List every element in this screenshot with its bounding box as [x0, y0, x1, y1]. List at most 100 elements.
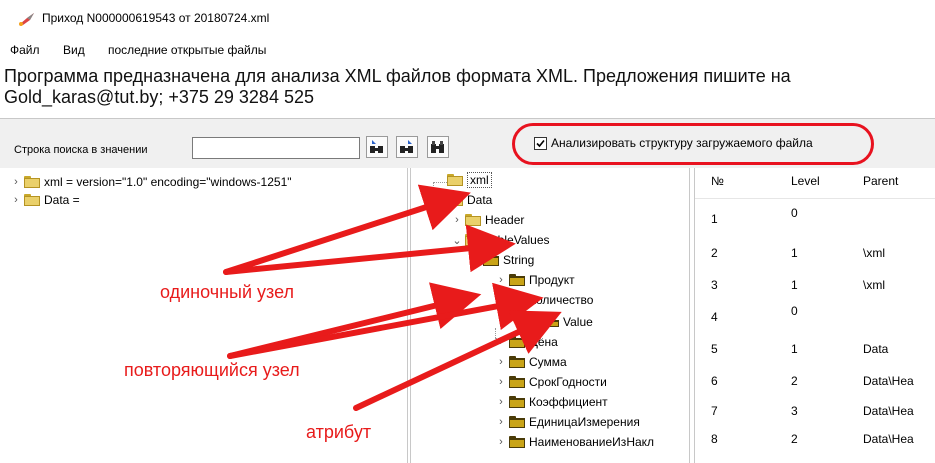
chevron-right-icon[interactable]: › — [495, 356, 507, 368]
tree-node-tablevalues[interactable]: ⌄ TableValues — [451, 230, 550, 250]
grid-cell[interactable]: 1 — [791, 246, 798, 260]
folder-icon — [465, 214, 481, 226]
structure-tree-pane[interactable]: xml Data › Header ⌄ TableValues ⌄ String… — [410, 168, 690, 463]
tree-node-label: Коэффициент — [529, 395, 608, 409]
tree-node-label: Data = — [44, 193, 80, 207]
grid-cell[interactable]: 6 — [711, 374, 718, 388]
tree-node-label: Количество — [529, 293, 594, 307]
grid-cell[interactable]: 4 — [711, 310, 718, 324]
grid-cell[interactable]: 8 — [711, 432, 718, 446]
menu-file[interactable]: Файл — [10, 43, 40, 57]
tree-node-product[interactable]: › Продукт — [495, 270, 574, 290]
tree-node-coefficient[interactable]: › Коэффициент — [495, 392, 608, 412]
grid-cell[interactable]: 2 — [711, 246, 718, 260]
chevron-down-icon[interactable]: ⌄ — [451, 234, 463, 247]
grid-cell[interactable]: 3 — [791, 404, 798, 418]
folder-icon — [465, 234, 481, 246]
column-header-number[interactable]: № — [711, 174, 724, 188]
find-next-button[interactable] — [396, 136, 418, 158]
grid-cell[interactable]: Data\Hea — [863, 404, 914, 418]
search-input[interactable] — [192, 137, 360, 159]
tree-node-sum[interactable]: › Сумма — [495, 352, 567, 372]
tree-node-label: Header — [485, 213, 525, 227]
search-all-button[interactable] — [427, 136, 449, 158]
chevron-right-icon[interactable]: › — [495, 416, 507, 428]
menu-bar: Файл Вид последние открытые файлы — [0, 38, 935, 62]
folder-icon — [447, 174, 463, 186]
grid-cell[interactable]: 0 — [791, 206, 798, 220]
menu-view[interactable]: Вид — [63, 43, 85, 57]
tree-node-label: TableValues — [485, 233, 550, 247]
data-grid[interactable]: № Level Parent 1 0 2 1 \xml 3 1 \xml 4 0… — [694, 168, 935, 463]
repeating-folder-icon — [509, 436, 525, 448]
tree-node-unit[interactable]: › ЕдиницаИзмерения — [495, 412, 640, 432]
grid-cell[interactable]: Data\Hea — [863, 432, 914, 446]
tree-node-label: Сумма — [529, 355, 567, 369]
tree-node-label: xml — [467, 172, 492, 188]
analyze-structure-label[interactable]: Анализировать структуру загружаемого фай… — [551, 136, 813, 150]
tree-node-xml[interactable]: xml — [445, 170, 492, 190]
find-previous-button[interactable] — [366, 136, 388, 158]
grid-cell[interactable]: 1 — [711, 212, 718, 226]
tree-node-label: xml = version="1.0" encoding="windows-12… — [44, 175, 292, 189]
grid-cell[interactable]: 2 — [791, 374, 798, 388]
tree-node-string[interactable]: ⌄ String — [469, 250, 534, 270]
grid-cell[interactable]: Data — [863, 342, 888, 356]
chevron-right-icon[interactable]: › — [451, 214, 463, 226]
grid-cell[interactable]: 5 — [711, 342, 718, 356]
column-header-level[interactable]: Level — [791, 174, 820, 188]
tree-node-invoice-name[interactable]: › НаименованиеИзНакл — [495, 432, 654, 452]
left-tree-pane[interactable]: › xml = version="1.0" encoding="windows-… — [0, 168, 408, 463]
grid-cell[interactable]: 2 — [791, 432, 798, 446]
tree-node-label: Value — [563, 315, 593, 329]
repeating-folder-icon — [509, 294, 525, 306]
tree-node-xml-declaration[interactable]: › xml = version="1.0" encoding="windows-… — [10, 172, 292, 192]
repeating-folder-icon — [509, 356, 525, 368]
window-title: Приход N000000619543 от 20180724.xml — [42, 11, 270, 25]
repeating-folder-icon — [483, 254, 499, 266]
chevron-down-icon[interactable]: ⌄ — [469, 254, 481, 267]
checkmark-icon — [536, 139, 545, 148]
folder-icon — [24, 176, 40, 188]
column-header-parent[interactable]: Parent — [863, 174, 898, 188]
tree-node-value-attribute[interactable]: Value — [543, 312, 593, 332]
tree-node-header[interactable]: › Header — [451, 210, 524, 230]
repeating-folder-icon — [509, 396, 525, 408]
chevron-right-icon[interactable]: › — [495, 376, 507, 388]
analyze-structure-checkbox[interactable] — [534, 137, 547, 150]
tree-node-label: Цена — [529, 335, 558, 349]
chevron-right-icon[interactable]: › — [495, 436, 507, 448]
chevron-right-icon[interactable]: › — [495, 274, 507, 286]
grid-cell[interactable]: 0 — [791, 304, 798, 318]
grid-cell[interactable]: Data\Hea — [863, 374, 914, 388]
grid-cell[interactable]: 3 — [711, 278, 718, 292]
grid-cell[interactable]: 1 — [791, 278, 798, 292]
annotation-single-node: одиночный узел — [160, 282, 295, 302]
grid-cell[interactable]: 7 — [711, 404, 718, 418]
chevron-right-icon[interactable]: › — [10, 194, 22, 206]
repeating-folder-icon — [509, 376, 525, 388]
annotation-repeating-node: повторяющийся узел — [124, 360, 300, 380]
tree-node-label: Data — [467, 193, 493, 207]
title-bar: Приход N000000619543 от 20180724.xml — [0, 0, 935, 38]
tree-node-label: ЕдиницаИзмерения — [529, 415, 640, 429]
chevron-down-icon[interactable]: ⌄ — [495, 294, 507, 307]
tree-node-shelf-life[interactable]: › СрокГодности — [495, 372, 607, 392]
chevron-right-icon[interactable]: › — [495, 336, 507, 348]
repeating-folder-icon — [509, 336, 525, 348]
rocket-icon — [19, 13, 34, 26]
tree-node-quantity[interactable]: ⌄ Количество — [495, 290, 593, 310]
info-line-1: Программа предназначена для анализа XML … — [4, 66, 791, 86]
folder-icon — [24, 194, 40, 206]
chevron-right-icon[interactable]: › — [10, 176, 22, 188]
tree-node-data[interactable]: › Data = — [10, 190, 80, 210]
chevron-right-icon[interactable]: › — [495, 396, 507, 408]
tree-node-data[interactable]: Data — [445, 190, 492, 210]
grid-cell[interactable]: \xml — [863, 278, 885, 292]
tree-node-price[interactable]: › Цена — [495, 332, 558, 352]
menu-recent-files[interactable]: последние открытые файлы — [108, 43, 266, 57]
grid-cell[interactable]: \xml — [863, 246, 885, 260]
grid-cell[interactable]: 1 — [791, 342, 798, 356]
tree-node-label: СрокГодности — [529, 375, 607, 389]
search-label: Строка поиска в значении — [14, 144, 148, 156]
